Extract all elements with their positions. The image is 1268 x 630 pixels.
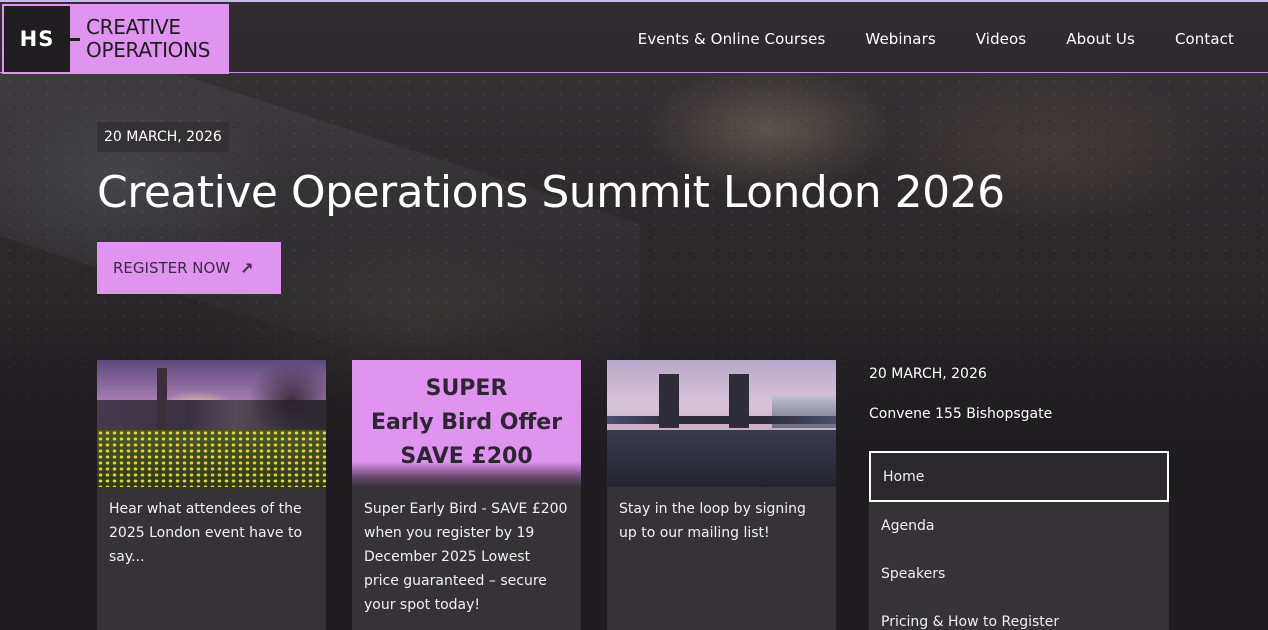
early-bird-offer-image: SUPER Early Bird Offer SAVE £200 bbox=[352, 360, 581, 487]
nav-videos[interactable]: Videos bbox=[976, 30, 1026, 48]
logo-line-2: OPERATIONS bbox=[86, 38, 211, 62]
offer-line-2: Early Bird Offer bbox=[370, 410, 563, 435]
logo-text: CREATIVE OPERATIONS bbox=[86, 16, 210, 62]
offer-line-3: SAVE £200 bbox=[400, 444, 533, 469]
sidebar-item-home[interactable]: Home bbox=[869, 451, 1169, 502]
nav-events-courses[interactable]: Events & Online Courses bbox=[638, 30, 826, 48]
big-ben-tower bbox=[157, 368, 167, 430]
river-water bbox=[607, 430, 836, 487]
nav-about-us[interactable]: About Us bbox=[1066, 30, 1135, 48]
sidebar-item-speakers[interactable]: Speakers bbox=[869, 550, 1169, 598]
logo-line-1: CREATIVE bbox=[86, 15, 181, 39]
bridge-deck bbox=[607, 416, 836, 424]
event-date-chip: 20 MARCH, 2026 bbox=[97, 122, 229, 152]
sidebar-date: 20 MARCH, 2026 bbox=[869, 366, 987, 382]
arrow-up-right-icon: ↗ bbox=[240, 258, 254, 278]
card-text: Stay in the loop by signing up to our ma… bbox=[619, 501, 806, 541]
sidebar-menu: Home Agenda Speakers Pricing & How to Re… bbox=[869, 451, 1169, 630]
card-early-bird[interactable]: SUPER Early Bird Offer SAVE £200 Super E… bbox=[352, 360, 581, 630]
logo-dash bbox=[66, 37, 80, 41]
page-title: Creative Operations Summit London 2026 bbox=[97, 167, 1005, 218]
sidebar-item-pricing[interactable]: Pricing & How to Register bbox=[869, 598, 1169, 630]
card-mailing-list[interactable]: Stay in the loop by signing up to our ma… bbox=[607, 360, 836, 630]
sidebar-item-agenda[interactable]: Agenda bbox=[869, 502, 1169, 550]
logo[interactable]: HS CREATIVE OPERATIONS bbox=[2, 4, 229, 74]
daffodils bbox=[97, 430, 326, 487]
card-testimonials[interactable]: Hear what attendees of the 2025 London e… bbox=[97, 360, 326, 630]
register-now-label: REGISTER NOW bbox=[113, 259, 231, 277]
tower-bridge-image bbox=[607, 360, 836, 487]
bridge-tower-left bbox=[659, 374, 679, 428]
nav-contact[interactable]: Contact bbox=[1175, 30, 1234, 48]
tree-silhouette bbox=[247, 360, 326, 430]
card-text: Hear what attendees of the 2025 London e… bbox=[109, 501, 303, 565]
sidebar-venue: Convene 155 Bishopsgate bbox=[869, 406, 1053, 422]
register-now-button[interactable]: REGISTER NOW ↗ bbox=[97, 242, 281, 294]
offer-line-1: SUPER bbox=[425, 376, 508, 401]
site-header: HS CREATIVE OPERATIONS Events & Online C… bbox=[0, 0, 1268, 74]
card-text: Super Early Bird - SAVE £200 when you re… bbox=[364, 501, 568, 613]
nav-webinars[interactable]: Webinars bbox=[865, 30, 935, 48]
main-nav: Events & Online Courses Webinars Videos … bbox=[638, 30, 1234, 48]
big-ben-image bbox=[97, 360, 326, 487]
logo-badge: HS bbox=[4, 6, 70, 72]
bridge-tower-right bbox=[729, 374, 749, 428]
